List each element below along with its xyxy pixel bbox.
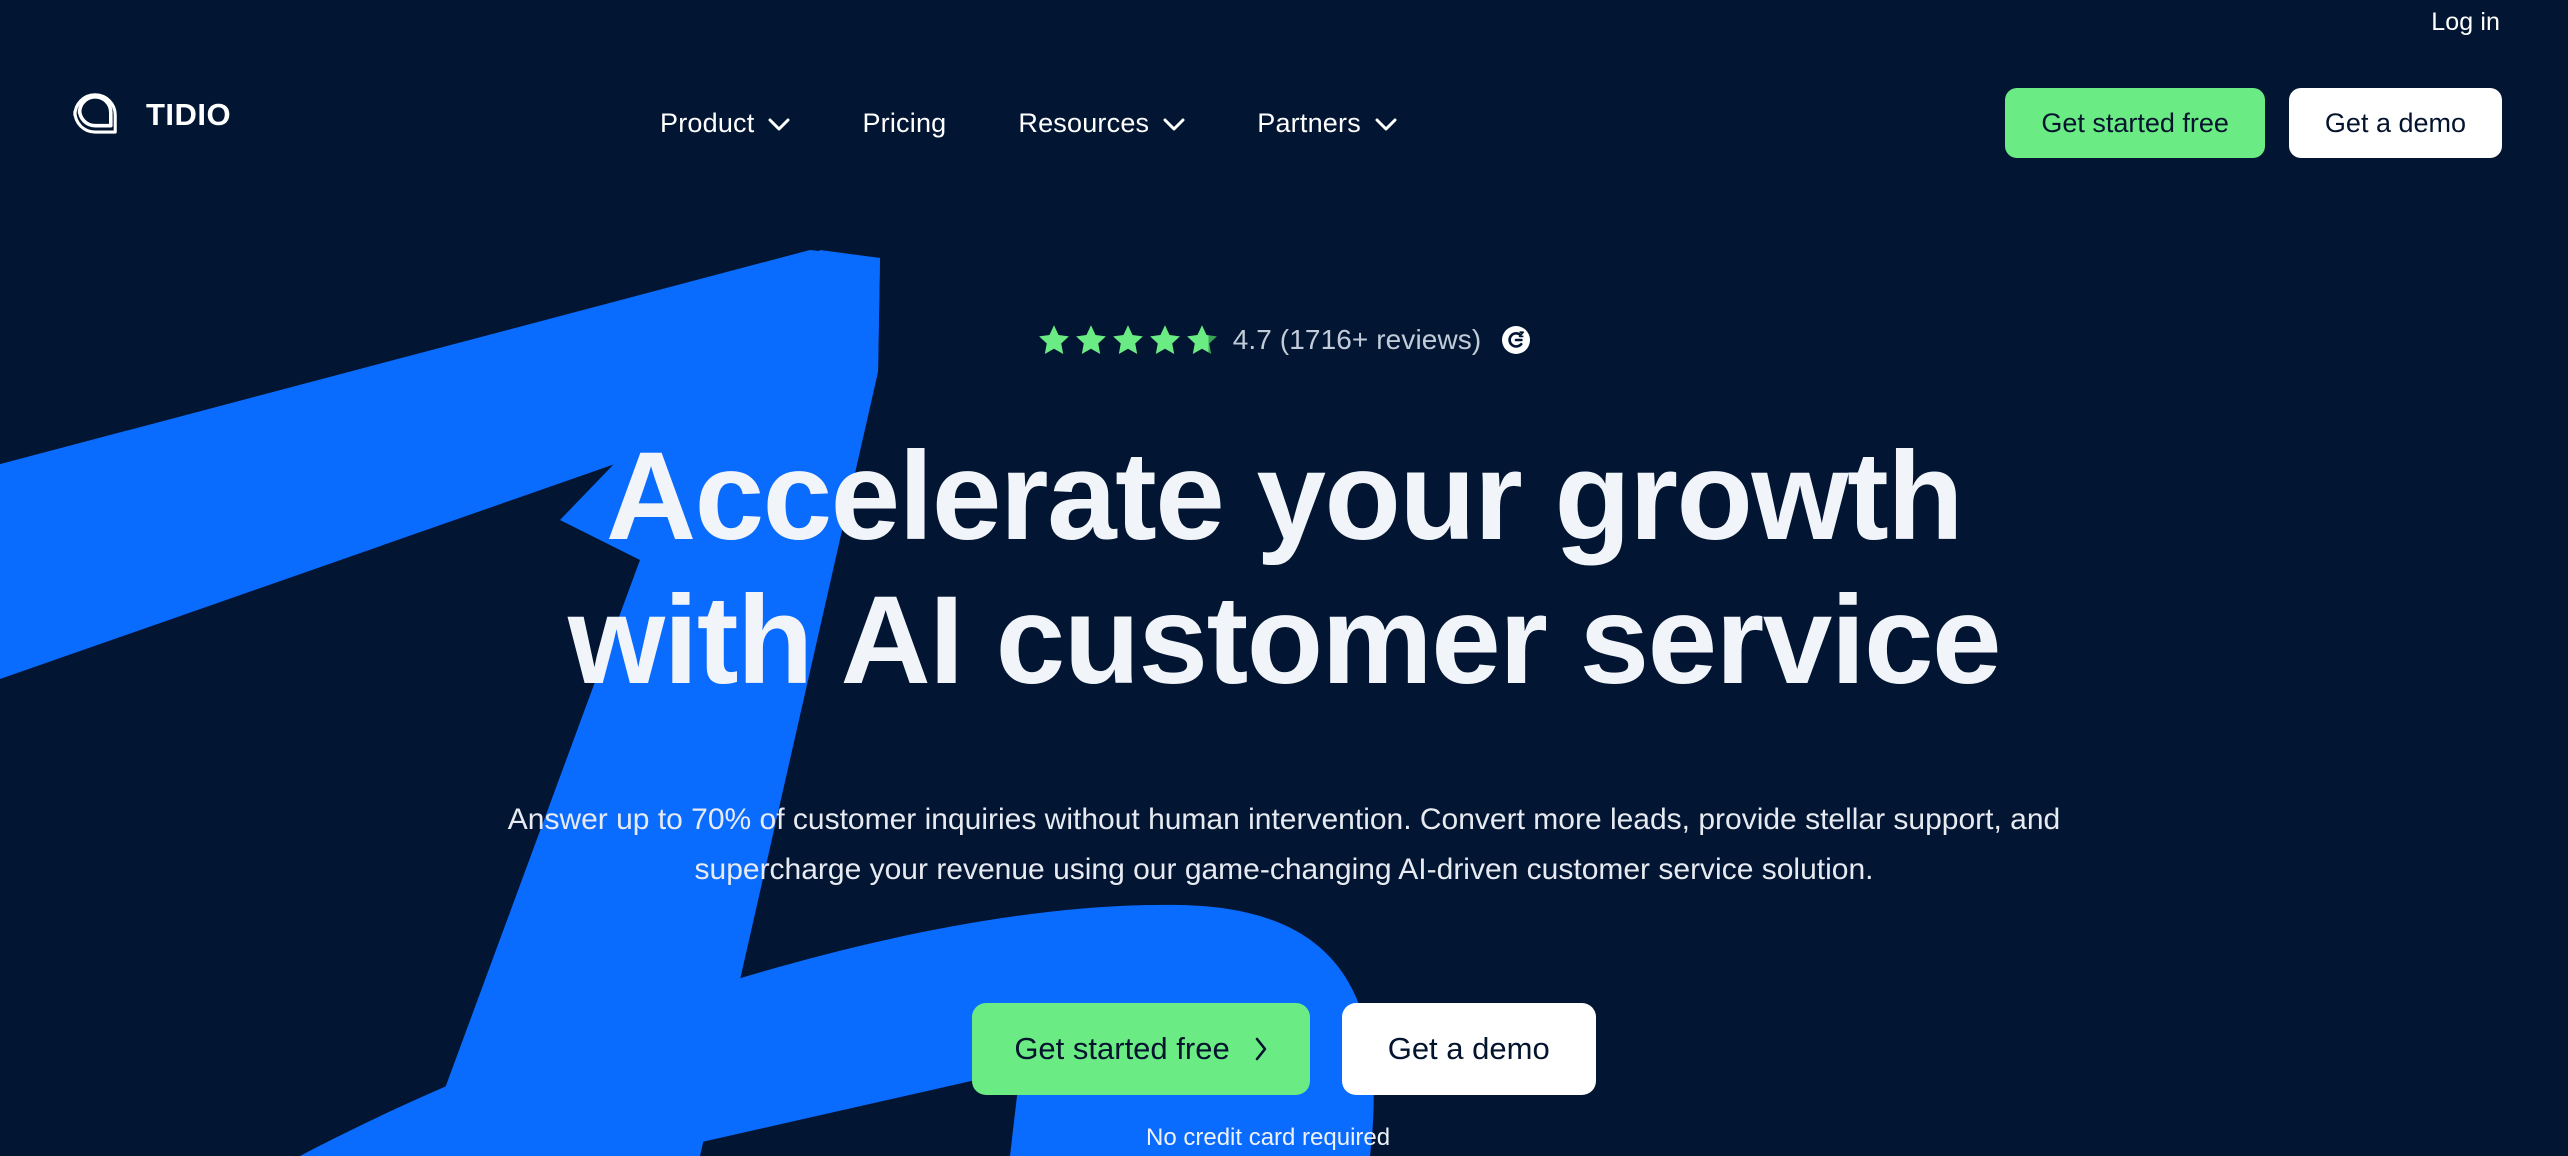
hero-get-started-button[interactable]: Get started free bbox=[972, 1003, 1310, 1095]
site-header: Log in TIDIO Product Pricing Resources P… bbox=[0, 0, 2568, 190]
chevron-down-icon bbox=[1163, 118, 1185, 131]
nav-item-product[interactable]: Product bbox=[624, 108, 826, 139]
chevron-right-icon bbox=[1255, 1037, 1267, 1061]
nav-item-partners[interactable]: Partners bbox=[1221, 108, 1433, 139]
hero-title-line-1: Accelerate your growth bbox=[605, 427, 1964, 566]
nav-item-label: Partners bbox=[1257, 107, 1361, 138]
login-link[interactable]: Log in bbox=[2431, 8, 2500, 37]
hero-note: No credit card required bbox=[1146, 1124, 1391, 1151]
star-rating bbox=[1037, 323, 1219, 357]
header-actions: Get started free Get a demo bbox=[2005, 78, 2502, 168]
star-icon bbox=[1149, 325, 1180, 355]
svg-text:TIDIO: TIDIO bbox=[146, 98, 231, 132]
rating-text: 4.7 (1716+ reviews) bbox=[1232, 324, 1482, 355]
hero-get-started-label: Get started free bbox=[1014, 1031, 1230, 1066]
chevron-down-icon bbox=[1375, 118, 1397, 131]
star-icon-partial bbox=[1186, 325, 1217, 355]
page-title: Accelerate your growth with AI customer … bbox=[0, 425, 2568, 713]
tidio-logo[interactable]: TIDIO bbox=[66, 84, 264, 146]
hero-actions: Get started free Get a demo bbox=[0, 1003, 2568, 1095]
star-icon bbox=[1038, 325, 1069, 355]
star-icon bbox=[1112, 325, 1143, 355]
nav-item-pricing[interactable]: Pricing bbox=[826, 108, 982, 139]
hero-title-line-2: with AI customer service bbox=[567, 570, 2002, 710]
nav-item-label: Product bbox=[660, 107, 755, 138]
g2-logo-icon bbox=[1502, 326, 1531, 354]
chevron-down-icon bbox=[768, 118, 790, 131]
nav-links: Product Pricing Resources Partners bbox=[624, 78, 1433, 168]
tidio-logo-icon bbox=[73, 93, 117, 134]
hero-subtitle: Answer up to 70% of customer inquiries w… bbox=[507, 803, 2061, 886]
nav-item-label: Pricing bbox=[862, 107, 947, 138]
main-navbar: TIDIO Product Pricing Resources Partners… bbox=[0, 78, 2568, 168]
header-get-demo-button[interactable]: Get a demo bbox=[2288, 88, 2502, 158]
nav-item-label: Resources bbox=[1018, 107, 1150, 138]
nav-item-resources[interactable]: Resources bbox=[982, 108, 1221, 139]
page-root: Log in TIDIO Product Pricing Resources P… bbox=[0, 0, 2568, 1156]
rating-row: 4.7 (1716+ reviews) bbox=[0, 323, 2568, 357]
login-row: Log in bbox=[2431, 8, 2500, 37]
tidio-wordmark: TIDIO bbox=[146, 98, 231, 132]
star-icon bbox=[1075, 325, 1106, 355]
header-get-started-button[interactable]: Get started free bbox=[2005, 88, 2265, 158]
hero-get-demo-button[interactable]: Get a demo bbox=[1341, 1003, 1596, 1095]
